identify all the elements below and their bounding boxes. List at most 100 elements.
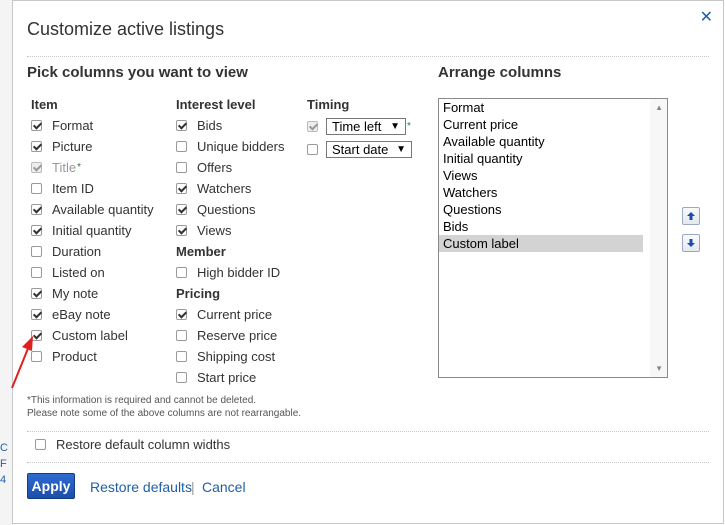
restore-defaults-link[interactable]: Restore defaults [90, 479, 192, 495]
views-checkbox[interactable] [176, 225, 187, 236]
listbox-scrollbar[interactable]: ▲ ▼ [650, 99, 667, 377]
arrange-list-item[interactable]: Custom label [439, 235, 643, 252]
product-checkbox[interactable] [31, 351, 42, 362]
option-label: Format [52, 118, 94, 133]
column-option-unique-bidders[interactable]: Unique bidders [176, 136, 284, 157]
my-note-checkbox[interactable] [31, 288, 42, 299]
column-option-reserve-price[interactable]: Reserve price [176, 325, 284, 346]
column-option-my-note[interactable]: My note [31, 283, 154, 304]
timing-time-left-row: Time left ▼ * [307, 115, 412, 138]
column-option-format[interactable]: Format [31, 115, 154, 136]
interest-column-group: Interest level Bids Unique bidders Offers W… [176, 94, 284, 388]
duration-checkbox[interactable] [31, 246, 42, 257]
option-label: High bidder ID [197, 265, 281, 280]
option-label: Views [197, 223, 232, 238]
custom-label-checkbox[interactable] [31, 330, 42, 341]
item-id-checkbox[interactable] [31, 183, 42, 194]
reserve-price-checkbox[interactable] [176, 330, 187, 341]
required-note: *This information is required and cannot… [27, 395, 257, 406]
customize-listings-dialog: Customize active listings ✕ Pick columns… [12, 0, 724, 524]
apply-button[interactable]: Apply [27, 473, 75, 499]
available-quantity-checkbox[interactable] [31, 204, 42, 215]
column-option-item-id[interactable]: Item ID [31, 178, 154, 199]
unique-bidders-checkbox[interactable] [176, 141, 187, 152]
column-option-current-price[interactable]: Current price [176, 304, 284, 325]
arrange-list-item[interactable]: Questions [439, 201, 643, 218]
title-checkbox [31, 162, 42, 173]
option-label: Shipping cost [197, 349, 276, 364]
dropdown-arrow-icon: ▼ [390, 121, 400, 132]
interest-group-heading: Interest level [176, 97, 256, 112]
move-up-button[interactable] [682, 207, 700, 225]
arrow-up-icon [687, 212, 695, 220]
member-options-list: High bidder ID [176, 262, 284, 283]
arrange-list-item[interactable]: Current price [439, 116, 643, 133]
option-label: eBay note [52, 307, 111, 322]
column-option-watchers[interactable]: Watchers [176, 178, 284, 199]
start-date-checkbox[interactable] [307, 144, 318, 155]
arrange-list-item[interactable]: Initial quantity [439, 150, 643, 167]
high-bidder-id-checkbox[interactable] [176, 267, 187, 278]
column-option-picture[interactable]: Picture [31, 136, 154, 157]
option-label: Title [52, 160, 77, 175]
column-option-shipping-cost[interactable]: Shipping cost [176, 346, 284, 367]
arrange-list-item[interactable]: Format [439, 99, 643, 116]
format-checkbox[interactable] [31, 120, 42, 131]
column-option-views[interactable]: Views [176, 220, 284, 241]
initial-quantity-checkbox[interactable] [31, 225, 42, 236]
arrange-list-item[interactable]: Available quantity [439, 133, 643, 150]
column-option-bids[interactable]: Bids [176, 115, 284, 136]
interest-options-list: Bids Unique bidders Offers Watchers Question… [176, 115, 284, 241]
option-label: Offers [197, 160, 233, 175]
picture-checkbox[interactable] [31, 141, 42, 152]
arrange-list-item[interactable]: Views [439, 167, 643, 184]
restore-widths-checkbox[interactable] [35, 439, 46, 450]
start-date-select-value: Start date [332, 142, 389, 157]
option-label: Reserve price [197, 328, 278, 343]
background-text-fragment: 4 [0, 474, 7, 486]
shipping-cost-checkbox[interactable] [176, 351, 187, 362]
arrange-columns-items: Format Current price Available quantity Ini… [439, 99, 667, 252]
column-option-custom-label[interactable]: Custom label [31, 325, 154, 346]
option-label: Custom label [52, 328, 128, 343]
option-label: Bids [197, 118, 223, 133]
column-option-offers[interactable]: Offers [176, 157, 284, 178]
arrange-list-item[interactable]: Watchers [439, 184, 643, 201]
column-option-available-quantity[interactable]: Available quantity [31, 199, 154, 220]
scroll-down-icon[interactable]: ▼ [655, 364, 663, 373]
move-down-button[interactable] [682, 234, 700, 252]
scroll-up-icon[interactable]: ▲ [655, 103, 663, 112]
ebay-note-checkbox[interactable] [31, 309, 42, 320]
column-option-listed-on[interactable]: Listed on [31, 262, 154, 283]
start-date-select[interactable]: Start date ▼ [326, 141, 412, 158]
start-price-checkbox[interactable] [176, 372, 187, 383]
member-group-heading: Member [176, 244, 226, 259]
column-option-high-bidder-id[interactable]: High bidder ID [176, 262, 284, 283]
offers-checkbox[interactable] [176, 162, 187, 173]
arrange-list-item[interactable]: Bids [439, 218, 643, 235]
bids-checkbox[interactable] [176, 120, 187, 131]
column-option-initial-quantity[interactable]: Initial quantity [31, 220, 154, 241]
option-label: Available quantity [52, 202, 154, 217]
column-option-product[interactable]: Product [31, 346, 154, 367]
column-option-duration[interactable]: Duration [31, 241, 154, 262]
column-option-questions[interactable]: Questions [176, 199, 284, 220]
arrange-columns-listbox[interactable]: Format Current price Available quantity Ini… [438, 98, 668, 378]
rearrange-note: Please note some of the above columns ar… [27, 408, 302, 419]
option-label: Initial quantity [52, 223, 132, 238]
dialog-title: Customize active listings [27, 19, 225, 39]
watchers-checkbox[interactable] [176, 183, 187, 194]
cancel-link[interactable]: Cancel [202, 479, 246, 495]
listed-on-checkbox[interactable] [31, 267, 42, 278]
current-price-checkbox[interactable] [176, 309, 187, 320]
timing-start-date-row: Start date ▼ [307, 138, 412, 161]
column-option-ebay-note[interactable]: eBay note [31, 304, 154, 325]
close-icon[interactable]: ✕ [700, 7, 713, 27]
questions-checkbox[interactable] [176, 204, 187, 215]
item-column-group: Item Format Picture Title * Item ID Available… [31, 94, 154, 367]
option-label: Picture [52, 139, 93, 154]
column-option-start-price[interactable]: Start price [176, 367, 284, 388]
time-left-select[interactable]: Time left ▼ [326, 118, 406, 135]
option-label: Unique bidders [197, 139, 285, 154]
option-label: Start price [197, 370, 257, 385]
